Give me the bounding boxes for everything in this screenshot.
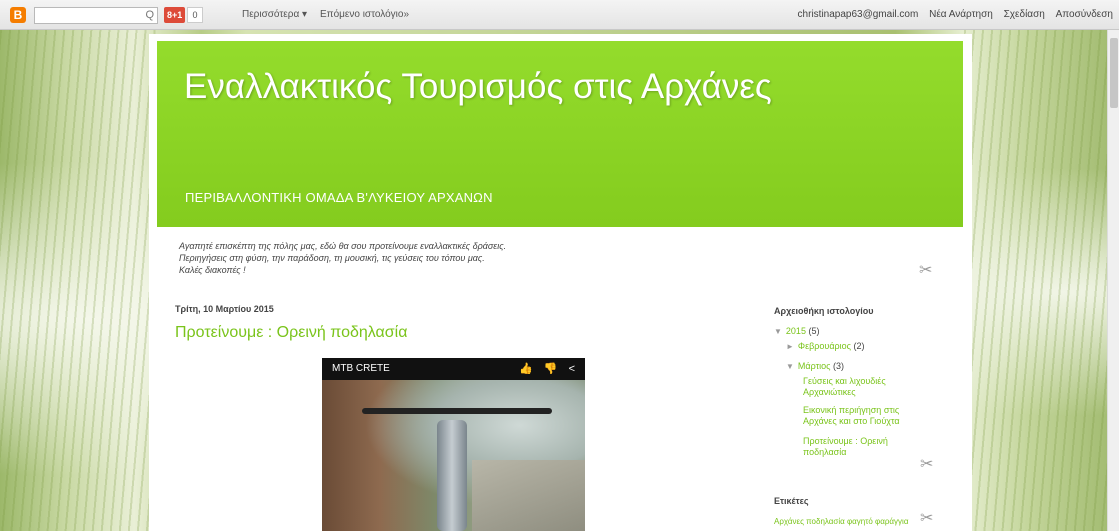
intro-line-2: Περιηγήσεις στη φύση, την παράδοση, τη μ… (179, 253, 485, 263)
tools-icon[interactable]: ✂ (919, 260, 932, 280)
intro-line-3: Καλές διακοπές ! (179, 265, 246, 275)
gplus-button[interactable]: 8+1 (164, 7, 186, 23)
labels-heading: Ετικέτες (774, 496, 809, 506)
scrollbar[interactable] (1107, 30, 1119, 531)
navbar-user-links: christinapap63@gmail.com Νέα Ανάρτηση Σχ… (790, 9, 1113, 20)
post-title[interactable]: Προτείνουμε : Ορεινή ποδηλασία (175, 324, 407, 342)
video-player[interactable]: MTB CRETE 👍 👎 < (322, 358, 585, 531)
archive-post-link[interactable]: Εικονική περιήγηση στις Αρχάνες και στο … (803, 405, 923, 427)
archive-heading: Αρχειοθήκη ιστολογίου (774, 306, 874, 316)
more-menu[interactable]: Περισσότερα ▾ (242, 9, 307, 20)
collapsed-triangle-icon[interactable]: ► (786, 342, 794, 351)
new-post-link[interactable]: Νέα Ανάρτηση (929, 9, 993, 20)
video-title[interactable]: MTB CRETE (332, 363, 390, 374)
intro-text: Αγαπητέ επισκέπτη της πόλης μας, εδώ θα … (179, 240, 579, 276)
blog-content: Εναλλακτικός Τουρισμός στις Αρχάνες ΠΕΡΙ… (149, 34, 972, 531)
archive-year-2015[interactable]: ▼ 2015 (5) (774, 326, 819, 336)
video-bike-frame (437, 420, 467, 531)
post-date: Τρίτη, 10 Μαρτίου 2015 (175, 304, 274, 314)
video-thumbnail[interactable] (322, 380, 585, 531)
next-blog-link[interactable]: Επόμενο ιστολόγιο» (320, 9, 409, 20)
background-grass-left (0, 30, 160, 531)
archive-post-link[interactable]: Γεύσεις και λιχουδιές Αρχανιώτικες (803, 376, 913, 398)
blogger-navbar: B Q 8+1 0 Περισσότερα ▾ Επόμενο ιστολόγι… (0, 0, 1119, 30)
blog-description: ΠΕΡΙΒΑΛΛΟΝΤΙΚΗ ΟΜΑΔΑ Β'ΛΥΚΕΙΟΥ ΑΡΧΑΝΩΝ (185, 190, 493, 205)
expanded-triangle-icon[interactable]: ▼ (774, 327, 782, 336)
intro-line-1: Αγαπητέ επισκέπτη της πόλης μας, εδώ θα … (179, 241, 507, 251)
labels-list[interactable]: Αρχάνες ποδηλασία φαγητό φαράγγια (774, 516, 924, 527)
expanded-triangle-icon[interactable]: ▼ (786, 362, 794, 371)
tools-icon[interactable]: ✂ (920, 508, 933, 528)
user-email: christinapap63@gmail.com (797, 9, 919, 20)
archive-month-feb[interactable]: ► Φεβρουάριος (2) (786, 341, 865, 351)
video-handlebar (362, 408, 552, 414)
gplus-count: 0 (187, 7, 203, 23)
blogger-logo-icon[interactable]: B (10, 7, 26, 23)
blog-title[interactable]: Εναλλακτικός Τουρισμός στις Αρχάνες (184, 65, 824, 109)
search-input[interactable]: Q (34, 7, 158, 24)
video-actions[interactable]: 👍 👎 < (519, 358, 579, 380)
background-grass-right (964, 30, 1119, 531)
scrollbar-thumb[interactable] (1110, 38, 1118, 108)
blog-header: Εναλλακτικός Τουρισμός στις Αρχάνες ΠΕΡΙ… (157, 41, 963, 227)
archive-month-mar[interactable]: ▼ Μάρτιος (3) (786, 361, 844, 371)
design-link[interactable]: Σχεδίαση (1004, 9, 1045, 20)
video-road (472, 460, 585, 531)
search-icon[interactable]: Q (145, 9, 154, 21)
video-title-bar: MTB CRETE 👍 👎 < (322, 358, 585, 380)
archive-post-link[interactable]: Προτείνουμε : Ορεινή ποδηλασία (803, 436, 908, 458)
sign-out-link[interactable]: Αποσύνδεση (1056, 9, 1113, 20)
tools-icon[interactable]: ✂ (920, 454, 933, 474)
